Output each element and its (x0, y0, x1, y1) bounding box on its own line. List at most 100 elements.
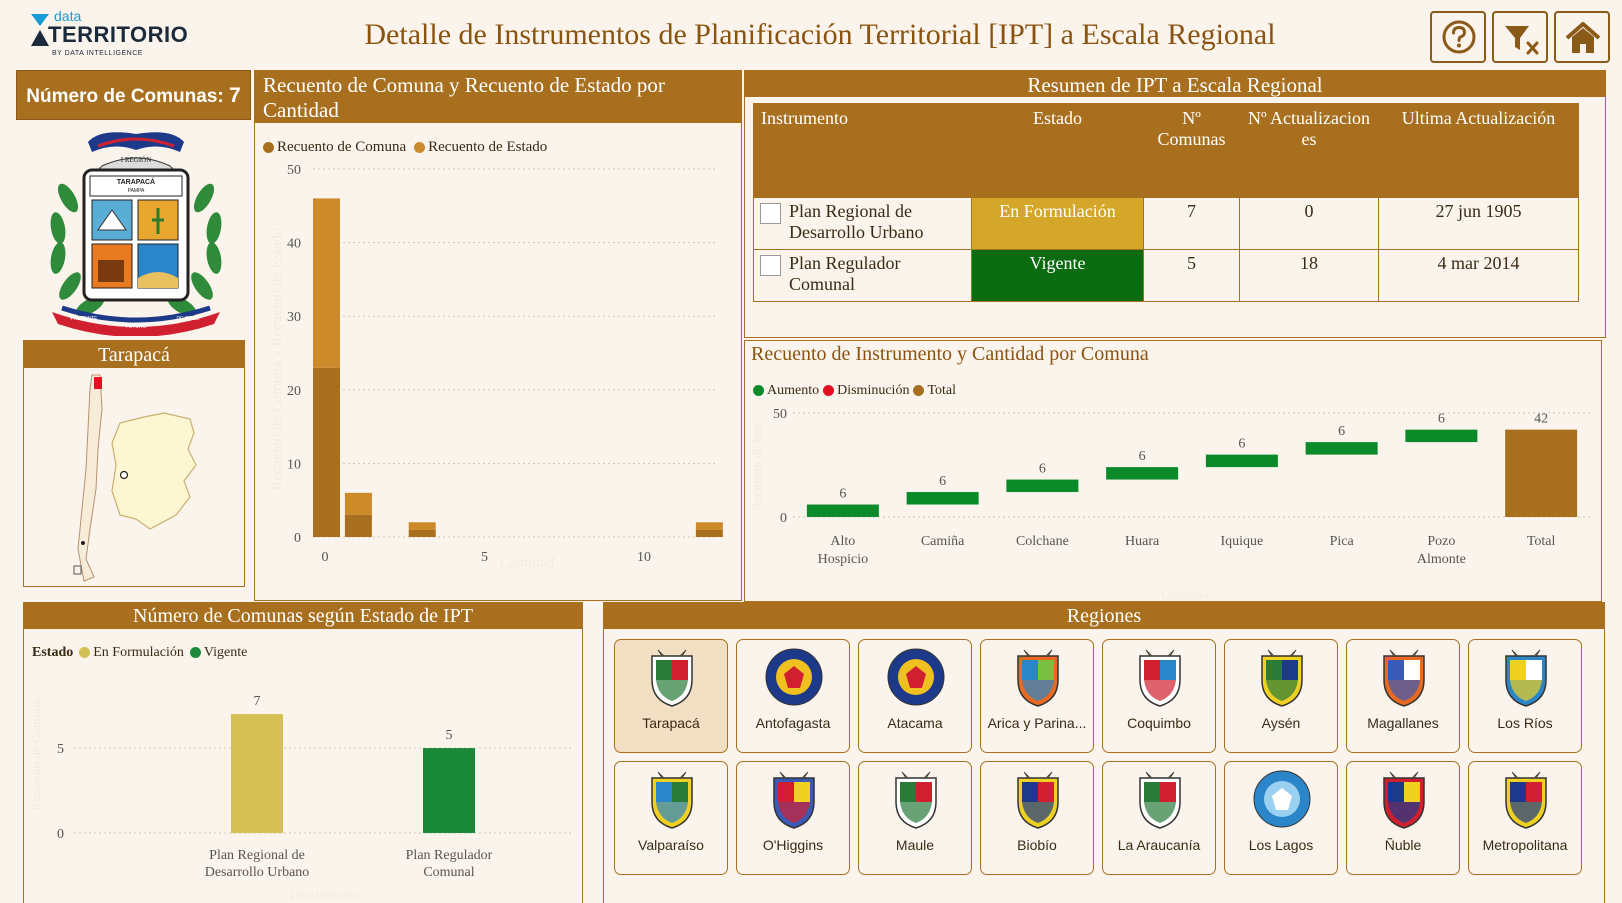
col-estado[interactable]: Estado (971, 103, 1144, 198)
filter-clear-icon (1505, 26, 1539, 55)
legend-vigente[interactable]: Vigente (204, 645, 247, 660)
atacama-crest-icon (887, 648, 945, 706)
col-instrumento[interactable]: Instrumento (753, 103, 972, 198)
comunas-count-card: Número de Comunas: 7 (16, 70, 251, 120)
region-tile-label: Atacama (887, 715, 943, 731)
region-tile[interactable]: Metropolitana (1468, 761, 1582, 875)
chart2-legend: Aumento Disminución Total (753, 383, 956, 399)
region-tile[interactable]: Arica y Parina... (980, 639, 1094, 753)
chart2-title: Recuento de Instrumento y Cantidad por C… (751, 343, 1149, 365)
cell-estado: Vigente (971, 249, 1144, 302)
region-tile[interactable]: Biobío (980, 761, 1094, 875)
region-tile[interactable]: Aysén (1224, 639, 1338, 753)
chart3-x-tick: Plan Regulador (406, 848, 493, 863)
chart1-plot[interactable]: 0 10 20 30 40 50 0 5 10 Cantidad Recuento de Comun… (255, 159, 741, 599)
summary-panel: Resumen de IPT a Escala Regional Instrum… (744, 70, 1606, 338)
region-tile[interactable]: Valparaíso (614, 761, 728, 875)
page-title: Detalle de Instrumentos de Planificación… (364, 18, 1276, 51)
region-tile[interactable]: Los Ríos (1468, 639, 1582, 753)
region-tile[interactable]: Coquimbo (1102, 639, 1216, 753)
los-lagos-crest-icon (1253, 770, 1311, 828)
chart2-x-axis-label: Comuna (1161, 588, 1209, 601)
help-button[interactable] (1430, 11, 1486, 63)
chart3-y-axis-label: Recuento de Comuna (28, 699, 43, 811)
chile-region-map[interactable] (24, 369, 244, 587)
region-tile-label: Antofagasta (755, 715, 831, 731)
coquimbo-crest-icon (1139, 649, 1181, 707)
chart2-bar (806, 504, 879, 517)
region-tile[interactable]: Antofagasta (736, 639, 850, 753)
cell-instrumento: Plan Regulador Comunal (789, 253, 901, 294)
antofagasta-crest-icon (765, 648, 823, 706)
chart1-y-tick: 10 (287, 457, 301, 472)
chart2-panel: Recuento de Instrumento y Cantidad por C… (744, 340, 1602, 602)
cell-estado: En Formulación (971, 197, 1144, 250)
chart3-bar (231, 714, 283, 833)
region-map-title: Tarapacá (24, 341, 244, 368)
chart2-data-label: 42 (1534, 412, 1548, 427)
legend-en-formulacion[interactable]: En Formulación (93, 645, 184, 660)
chart1-bar (408, 529, 436, 537)
row-checkbox[interactable] (760, 203, 781, 224)
chart3-data-label: 5 (446, 728, 453, 743)
chart2-y-tick: 0 (780, 511, 787, 526)
region-tile[interactable]: O'Higgins (736, 761, 850, 875)
region-tile-label: O'Higgins (762, 837, 824, 853)
chart2-bar (1106, 467, 1179, 480)
col-actualizaciones[interactable]: Nº Actualizaciones (1239, 103, 1379, 198)
legend-recuento-estado[interactable]: Recuento de Estado (428, 139, 547, 155)
chart2-x-tick: Hospicio (818, 552, 869, 567)
chart3-plot[interactable]: 0 5 7 Plan Regional de Desarrollo Urbano 5 Pla… (24, 665, 582, 903)
row-checkbox[interactable] (760, 255, 781, 276)
chart2-bar (906, 492, 979, 505)
cell-instrumento: Plan Regional de Desarrollo Urbano (789, 201, 924, 242)
biobio-crest-icon (1017, 771, 1059, 829)
chart2-y-axis-label: Recuento de Inst (749, 423, 764, 511)
legend-aumento[interactable]: Aumento (767, 383, 819, 398)
chart2-data-label: 6 (839, 487, 846, 502)
chart1-y-tick: 30 (287, 310, 301, 325)
legend-total[interactable]: Total (927, 383, 956, 398)
chart2-bar (1305, 442, 1378, 455)
valparaiso-crest-icon (651, 771, 693, 829)
region-tile[interactable]: Magallanes (1346, 639, 1460, 753)
col-comunas[interactable]: Nº Comunas (1143, 103, 1240, 198)
region-tile[interactable]: Atacama (858, 639, 972, 753)
araucania-crest-icon (1139, 771, 1181, 829)
legend-recuento-comuna[interactable]: Recuento de Comuna (277, 139, 406, 155)
table-row[interactable]: Plan Regional de Desarrollo Urbano En Fo… (753, 197, 1579, 250)
chart3-data-label: 7 (254, 694, 261, 709)
table-row[interactable]: Plan Regulador Comunal Vigente 5 18 4 ma… (753, 249, 1579, 302)
tarapaca-crest-icon (651, 649, 693, 707)
region-tile[interactable]: La Araucanía (1102, 761, 1216, 875)
region-tile[interactable]: Los Lagos (1224, 761, 1338, 875)
region-tile[interactable]: Tarapacá (614, 639, 728, 753)
region-tile-label: Aysén (1261, 715, 1301, 731)
chart1-y-tick: 20 (287, 384, 301, 399)
region-tile[interactable]: Ñuble (1346, 761, 1460, 875)
legend-dot-recuento-comuna (263, 142, 274, 154)
chart3-x-axis-label: Instrumento (290, 888, 358, 903)
summary-table: Instrumento Estado Nº Comunas Nº Actuali… (753, 103, 1579, 302)
chart1-y-tick: 50 (287, 163, 301, 178)
chart1-bar (344, 492, 372, 515)
chart2-x-tick: Alto (830, 534, 855, 549)
legend-dot-disminucion (823, 385, 835, 397)
cell-comunas: 5 (1143, 249, 1240, 302)
ohiggins-crest-icon (773, 771, 815, 829)
region-tile-label: Biobío (1017, 837, 1057, 853)
chart2-bar (1006, 479, 1079, 493)
region-tile[interactable]: Maule (858, 761, 972, 875)
col-ultima[interactable]: Ultima Actualización (1378, 103, 1579, 198)
legend-disminucion[interactable]: Disminución (837, 383, 909, 398)
cell-actualizaciones: 0 (1239, 197, 1379, 250)
chart2-plot[interactable]: 0 50 6 Alto Hospicio 6 Camiña 6 Colchane 6 Huara 6 I… (745, 403, 1601, 601)
home-button[interactable] (1554, 11, 1610, 63)
chart2-data-label: 6 (1238, 437, 1245, 452)
chart2-x-tick: Iquique (1220, 534, 1263, 549)
chart2-y-tick: 50 (773, 407, 787, 422)
clear-filters-button[interactable] (1492, 11, 1548, 63)
chart1-bar (344, 514, 372, 537)
comunas-count-value: 7 (229, 84, 241, 107)
chart2-bar (1205, 454, 1278, 468)
